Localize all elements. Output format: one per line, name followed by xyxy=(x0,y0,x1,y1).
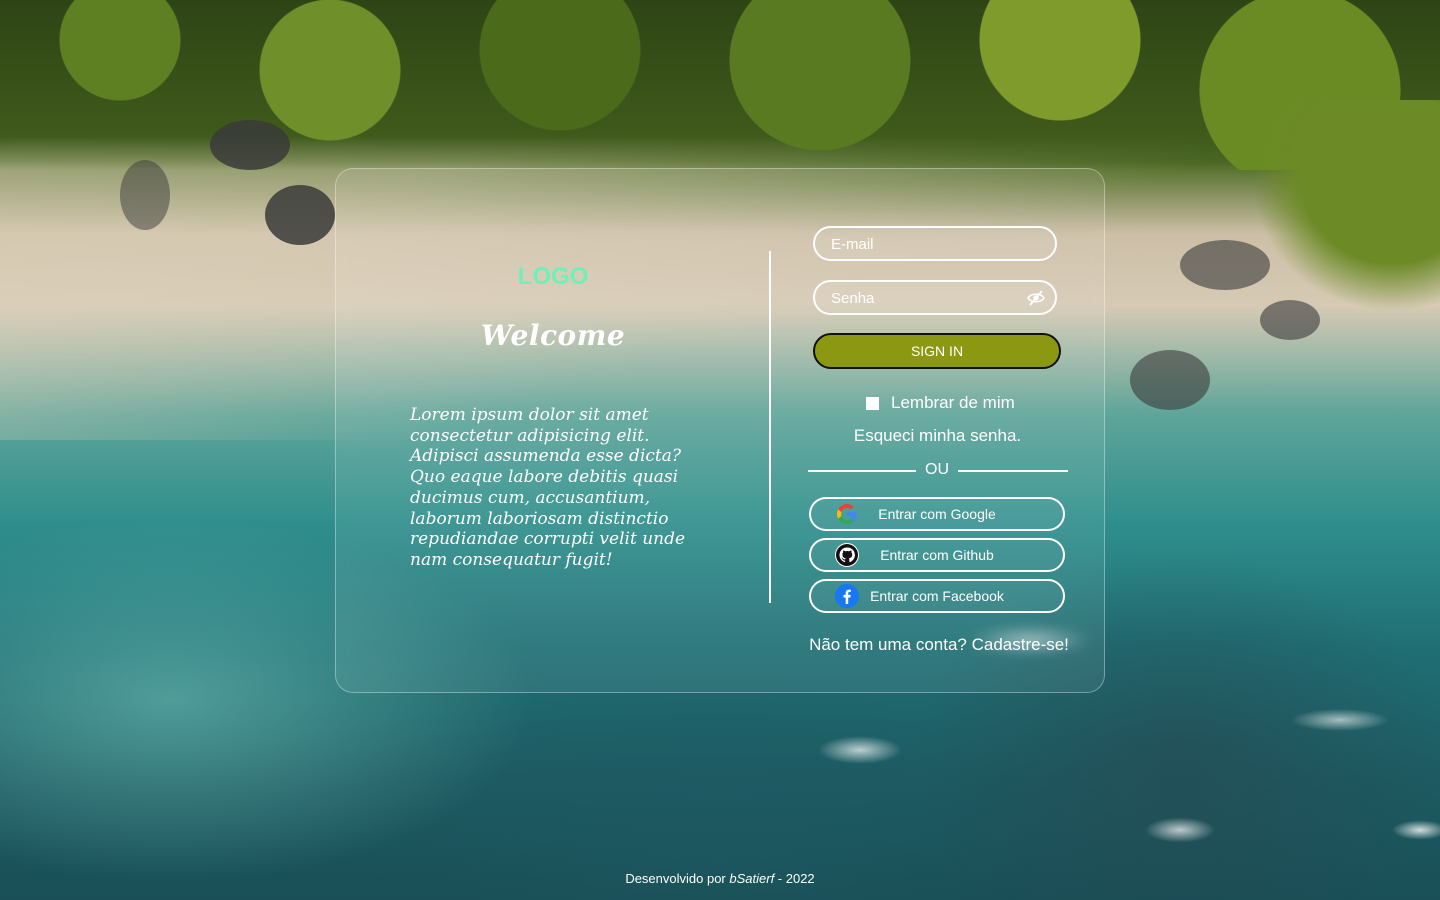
facebook-login-label: Entrar com Facebook xyxy=(870,588,1004,604)
footer-author: bSatierf xyxy=(729,871,775,886)
github-login-label: Entrar com Github xyxy=(880,547,994,563)
or-line-right xyxy=(958,470,1068,472)
facebook-login-button[interactable]: Entrar com Facebook xyxy=(809,579,1065,613)
password-field[interactable] xyxy=(829,282,1023,315)
or-label: OU xyxy=(925,461,949,478)
signin-label: SIGN IN xyxy=(910,343,964,359)
footer: Desenvolvido por bSatierf - 2022 xyxy=(0,871,1440,886)
eye-slash-icon[interactable] xyxy=(1027,290,1045,306)
or-line-left xyxy=(808,470,916,472)
email-field-wrapper xyxy=(813,226,1057,261)
intro-text: Lorem ipsum dolor sit amet consectetur a… xyxy=(410,405,686,570)
signup-link[interactable]: Não tem uma conta? Cadastre-se! xyxy=(808,635,1070,655)
or-separator: OU xyxy=(808,461,1068,481)
remember-me[interactable]: Lembrar de mim xyxy=(866,393,1015,413)
password-field-wrapper xyxy=(813,280,1057,315)
logo: LOGO xyxy=(517,263,589,290)
signin-button[interactable]: SIGN IN xyxy=(813,333,1061,369)
remember-label: Lembrar de mim xyxy=(891,393,1015,412)
login-card: LOGO Welcome Lorem ipsum dolor sit amet … xyxy=(335,168,1105,693)
forgot-password-link[interactable]: Esqueci minha senha. xyxy=(808,426,1067,446)
google-login-button[interactable]: Entrar com Google xyxy=(809,497,1065,531)
vertical-divider xyxy=(769,251,771,603)
google-login-label: Entrar com Google xyxy=(878,506,996,522)
footer-prefix: Desenvolvido por xyxy=(625,871,730,886)
footer-suffix: - 2022 xyxy=(774,871,815,886)
email-field[interactable] xyxy=(829,228,1023,261)
remember-checkbox[interactable] xyxy=(866,396,879,410)
welcome-heading: Welcome xyxy=(480,319,626,352)
github-login-button[interactable]: Entrar com Github xyxy=(809,538,1065,572)
